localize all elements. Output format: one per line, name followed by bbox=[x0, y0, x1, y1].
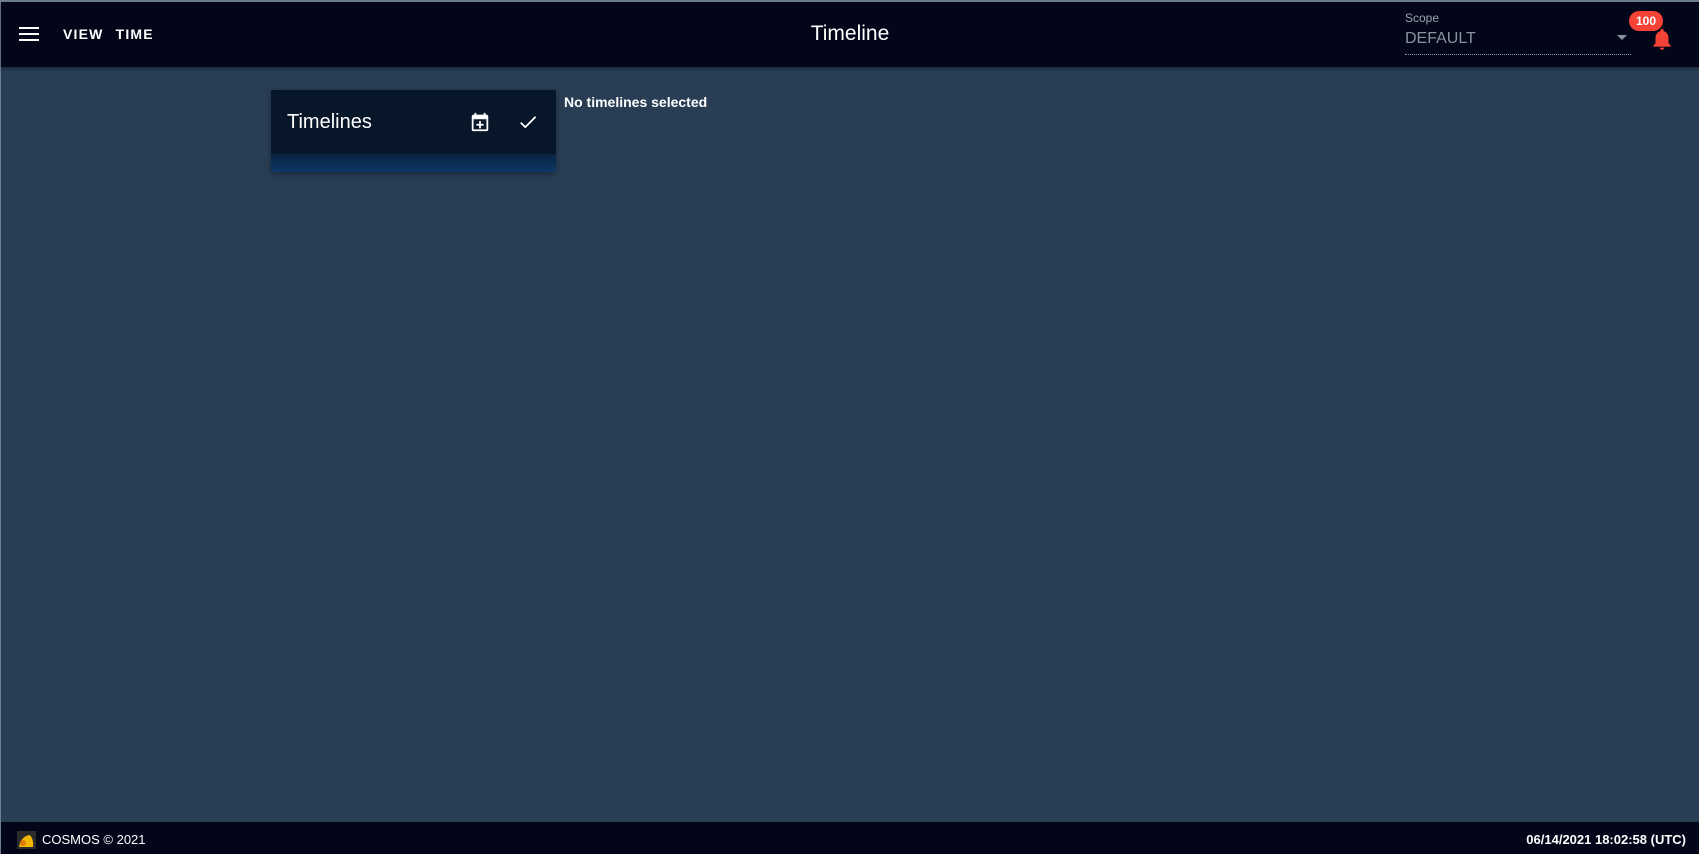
top-app-bar: VIEW TIME Timeline Scope DEFAULT 100 bbox=[1, 2, 1699, 67]
app-root: VIEW TIME Timeline Scope DEFAULT 100 Tim… bbox=[0, 0, 1699, 854]
copyright-text: COSMOS © 2021 bbox=[42, 832, 146, 847]
cosmos-logo-icon bbox=[17, 831, 36, 849]
menu-bar: VIEW TIME bbox=[63, 26, 154, 42]
calendar-plus-icon[interactable] bbox=[466, 108, 494, 136]
timelines-title: Timelines bbox=[287, 111, 372, 133]
timelines-panel: Timelines bbox=[271, 90, 556, 172]
menu-view[interactable]: VIEW bbox=[63, 26, 104, 42]
current-datetime: 06/14/2021 18:02:58 (UTC) bbox=[1526, 832, 1686, 847]
menu-time[interactable]: TIME bbox=[116, 26, 154, 42]
hamburger-menu-icon[interactable] bbox=[15, 20, 43, 48]
chevron-down-icon bbox=[1617, 35, 1627, 40]
timelines-list bbox=[271, 154, 556, 172]
check-icon[interactable] bbox=[514, 108, 542, 136]
empty-state-message: No timelines selected bbox=[564, 94, 708, 110]
footer-bar: COSMOS © 2021 06/14/2021 18:02:58 (UTC) bbox=[1, 822, 1699, 854]
scope-select[interactable]: Scope DEFAULT bbox=[1405, 11, 1631, 55]
timelines-header: Timelines bbox=[271, 90, 556, 154]
scope-value: DEFAULT bbox=[1405, 30, 1476, 47]
scope-label: Scope bbox=[1405, 11, 1440, 25]
notification-badge[interactable]: 100 bbox=[1629, 11, 1663, 31]
